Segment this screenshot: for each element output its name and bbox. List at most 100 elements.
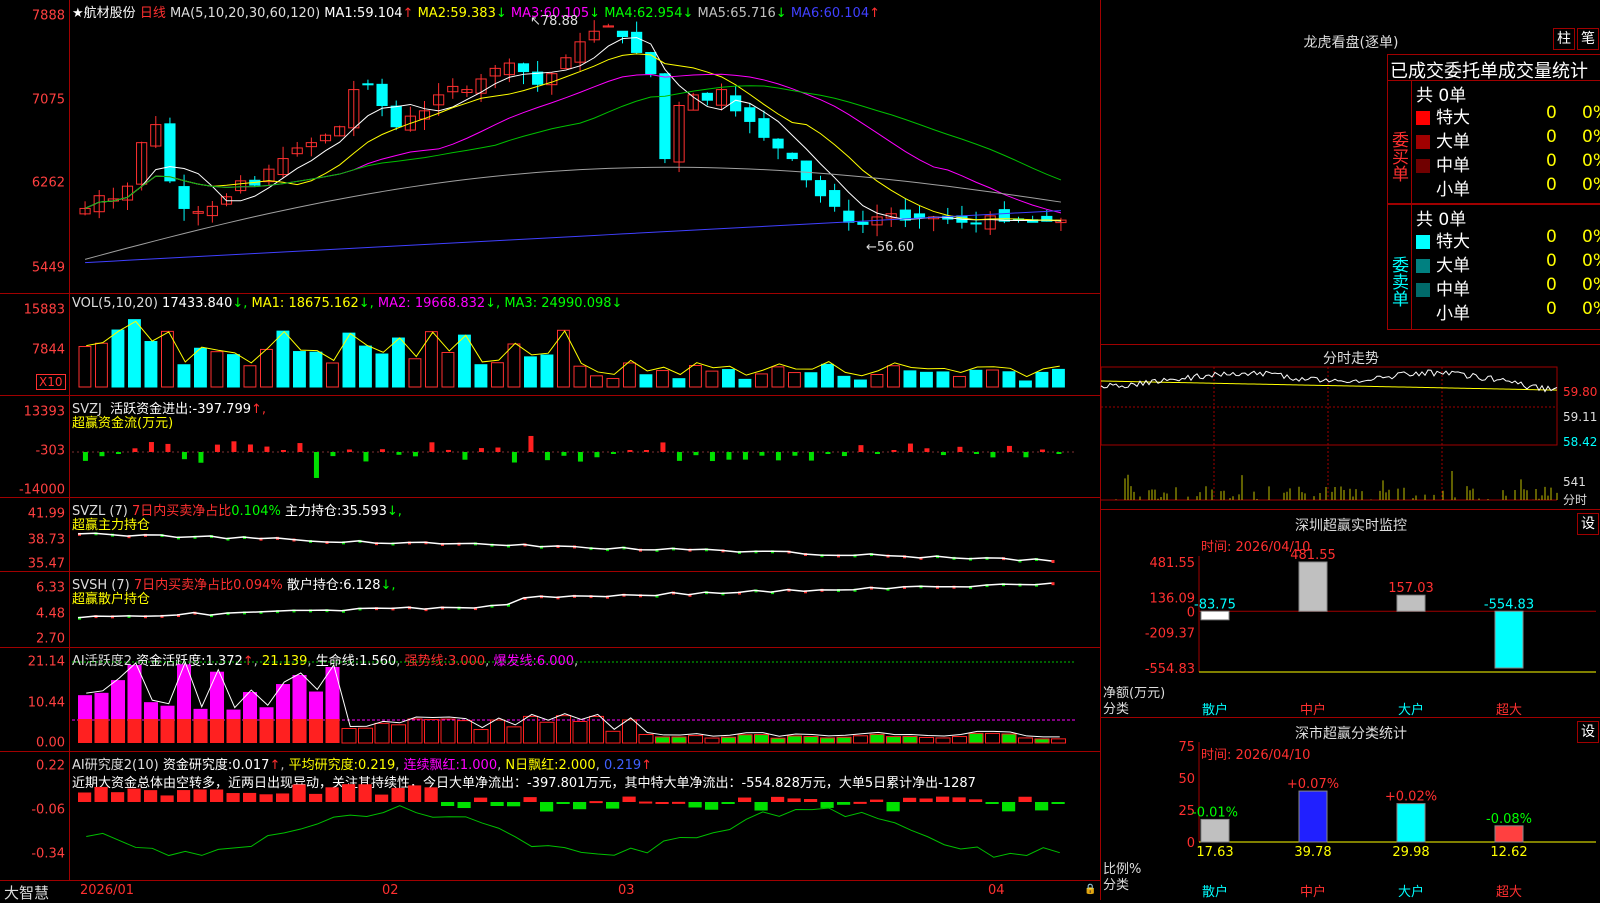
intraday-panel[interactable]: 分时走势 59.80 59.11 58.42 541 分时 [1100,345,1600,510]
candle [659,73,671,160]
flow-bar [297,443,303,452]
candle [517,63,530,73]
monitor-bar [1494,610,1524,669]
color-swatch [1416,135,1430,149]
volume-bar [524,356,537,388]
ai-research-panel[interactable]: 0.22 -0.06 -0.34 AI研究度2(10) 资金研究度:0.017↑… [0,752,1100,880]
activity-bar [935,737,951,744]
svsh-panel[interactable]: 6.33 4.48 2.70 SVSH (7) 7日内买卖净占比0.094% 散… [0,572,1100,648]
candle [390,105,402,128]
ai-activity-panel[interactable]: 21.14 10.44 0.00 AI活跃度2 资金活跃度:1.372↑, 21… [0,648,1100,752]
monitor-tick: 136.09 [1150,591,1196,606]
order-percent: 0% [1582,251,1600,271]
monitor-bar-label: -83.75 [1194,597,1236,612]
candle [857,221,869,225]
order-row: 特大 0 0% [1416,103,1600,128]
flow-bar [874,452,880,454]
sell-label: 委卖单 [1388,205,1412,329]
volume-bar [689,365,702,388]
flow-bar [264,446,270,452]
research-bar [804,799,818,802]
research-bar [771,796,785,802]
classify-category: 散户 [1202,884,1228,900]
flow-bar [891,450,897,452]
flow-bar [676,452,682,461]
classify-value: 17.63 [1196,845,1233,860]
research-bar [457,802,471,809]
tick-mode-button[interactable]: 笔 [1577,28,1599,50]
flow-bar [198,452,204,463]
activity-bar [902,735,918,744]
classify-value: 12.62 [1490,845,1527,860]
volume-bar [755,373,768,388]
research-bar [919,798,933,802]
bar-mode-button[interactable]: 柱 [1553,28,1575,50]
intraday-frame [1100,366,1558,446]
monitor-tick: -554.83 [1145,662,1195,677]
ma-line [84,53,1061,221]
activity-bar [704,737,720,744]
activity-bar [820,737,836,744]
candle [772,138,784,149]
research-bar [870,799,884,802]
research-bar [655,801,669,804]
activity-bar [836,736,852,744]
volume-bar [111,329,125,388]
volume-chart[interactable] [0,294,1100,396]
classify-tick: 50 [1178,772,1195,787]
monitor-category: 中户 [1300,702,1326,718]
svzl-panel[interactable]: 41.99 38.73 35.47 SVZL (7) 7日内买卖净占比0.104… [0,498,1100,572]
research-bar [507,802,521,807]
research-bar [325,787,339,802]
flow-bar [808,452,814,461]
research-bar [672,801,686,804]
intraday-tick: 59.80 [1563,385,1598,399]
volume-bar [573,365,587,388]
activity-bar [341,727,357,744]
volume-panel[interactable]: 15883 7844 X10 VOL(5,10,20) 17433.840↓, … [0,294,1100,396]
research-bar [969,799,983,802]
flow-bar [99,452,105,457]
volume-bar [969,369,983,388]
research-bar [936,796,950,802]
candle [744,107,756,122]
research-bar [342,784,356,802]
research-bar [540,802,554,812]
kline-chart[interactable] [0,0,1100,294]
intraday-vol-tick: 541 [1563,475,1586,489]
lock-icon[interactable]: 🔒 [1084,884,1096,895]
volume-bar [1019,380,1032,388]
research-bar [210,789,224,802]
svzj-panel[interactable]: 13393 -303 -14000 SVZJ 活跃资金进出:-397.799↑,… [0,396,1100,498]
flow-bar [528,435,534,452]
svsh-chart[interactable] [0,572,1100,648]
activity-bar [391,724,407,744]
research-bar [688,802,702,808]
activity-bar [193,719,208,743]
research-bar [441,802,455,807]
activity-bar [276,719,291,743]
date-axis: 大智慧 2026/01 02 03 04 🔒 [0,880,1100,902]
candle [814,180,827,197]
candle [631,31,643,53]
flow-bar [445,449,451,452]
date-tick: 03 [618,883,635,898]
monitor-category: 超大 [1496,703,1522,718]
svzj-chart[interactable] [0,396,1100,498]
ai1-chart[interactable] [0,648,1100,752]
candle [164,123,176,182]
dragon-panel: 龙虎看盘(逐单) 柱 笔 已成交委托单成交量统计 委买单 共 0单 特大00%大… [1100,0,1600,345]
candle [843,210,855,223]
ai2-chart[interactable] [0,752,1100,880]
intraday-chart[interactable] [1100,345,1600,510]
activity-bar [473,729,489,744]
svzl-chart[interactable] [0,498,1100,572]
classify-change-label: -0.01% [1192,805,1238,820]
kline-panel[interactable]: 7888 7075 6262 5449 ★航材股份 日线 MA(5,10,20,… [0,0,1100,294]
flow-bar [940,452,946,456]
volume-bar [771,366,785,388]
monitor-bar [1396,594,1426,612]
high-label: 78.88 [540,14,579,29]
candle [758,118,770,138]
monitor-bar [1298,561,1328,612]
